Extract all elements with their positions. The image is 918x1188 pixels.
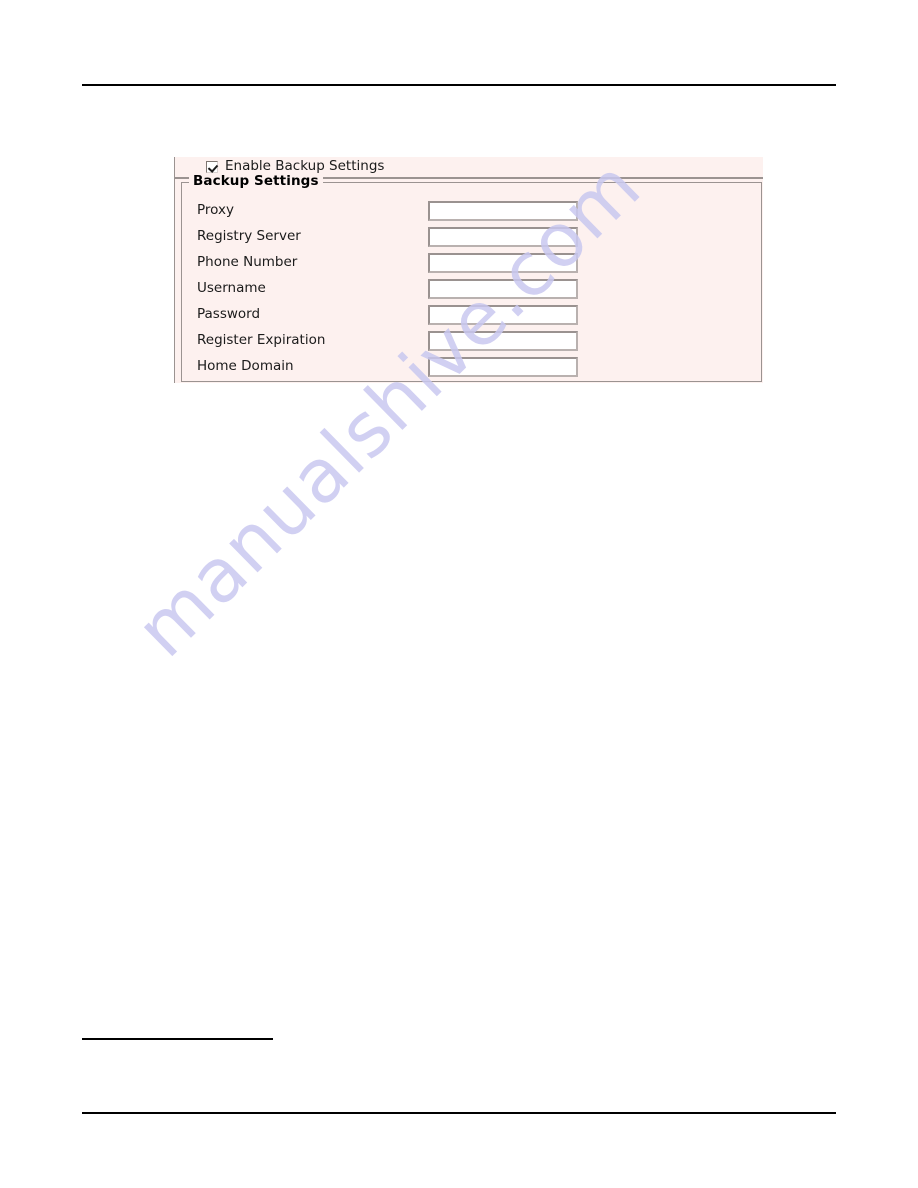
field-row-proxy: Proxy [182,199,761,225]
input-register-expiration[interactable] [428,331,578,351]
field-row-registry-server: Registry Server [182,225,761,251]
page-header-rule [82,84,836,86]
backup-settings-form: Proxy Registry Server Phone Number Usern… [182,199,761,381]
input-home-domain[interactable] [428,357,578,377]
groupbox-title: Backup Settings [189,173,323,189]
checkmark-icon[interactable] [206,161,218,173]
label-home-domain: Home Domain [197,358,294,374]
field-row-register-expiration: Register Expiration [182,329,761,355]
enable-backup-settings-label: Enable Backup Settings [225,158,385,175]
page-footer-rule [82,1112,836,1114]
backup-settings-dialog: Enable Backup Settings Backup Settings P… [174,157,763,383]
field-row-username: Username [182,277,761,303]
groupbox-top-right-segment [310,182,762,183]
field-row-phone-number: Phone Number [182,251,761,277]
input-password[interactable] [428,305,578,325]
groupbox-top-left-segment [181,182,189,183]
label-proxy: Proxy [197,202,234,218]
input-proxy[interactable] [428,201,578,221]
footnote-separator-rule [82,1038,273,1040]
backup-settings-groupbox: Backup Settings Proxy Registry Server Ph… [181,173,762,382]
label-phone-number: Phone Number [197,254,298,270]
input-phone-number[interactable] [428,253,578,273]
label-registry-server: Registry Server [197,228,301,244]
label-register-expiration: Register Expiration [197,332,326,348]
field-row-password: Password [182,303,761,329]
field-row-home-domain: Home Domain [182,355,761,381]
label-username: Username [197,280,266,296]
input-registry-server[interactable] [428,227,578,247]
input-username[interactable] [428,279,578,299]
label-password: Password [197,306,261,322]
